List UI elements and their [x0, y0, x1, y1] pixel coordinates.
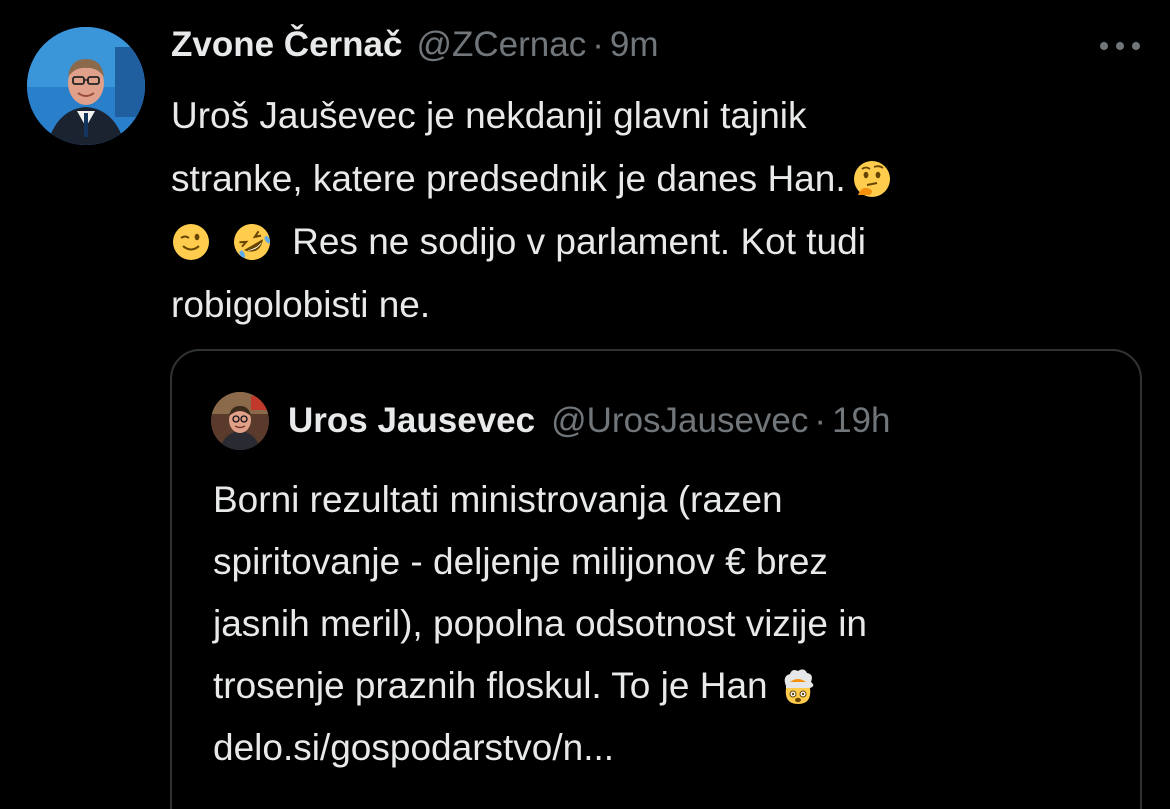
- more-dot: [1116, 42, 1124, 50]
- quoted-tweet-text: Borni rezultati ministrovanja (razen spi…: [213, 469, 1113, 779]
- more-dot: [1132, 42, 1140, 50]
- exploding-head-icon: [784, 669, 814, 704]
- winking-face-icon: [173, 224, 209, 260]
- separator-dot: ·: [814, 401, 827, 440]
- separator-dot: ·: [592, 25, 604, 64]
- quoted-author-avatar[interactable]: [211, 392, 269, 450]
- rolling-on-floor-laughing-icon: [233, 224, 270, 260]
- quoted-text-line: trosenje praznih floskul. To je Han: [213, 655, 1113, 717]
- tweet-text-line: Uroš Jauševec je nekdanji glavni tajnik: [171, 95, 807, 136]
- quoted-tweet-timestamp[interactable]: 19h: [832, 401, 890, 441]
- quoted-text-line: spiritovanje - deljenje milijonov € brez: [213, 541, 828, 582]
- quoted-text-line: Borni rezultati ministrovanja (razen: [213, 479, 783, 520]
- tweet[interactable]: Zvone Černač @ZCernac · 9m Uroš Jauševec…: [0, 0, 1170, 809]
- tweet-text: Uroš Jauševec je nekdanji glavni tajnik …: [171, 84, 1131, 336]
- tweet-text-segment: Res ne sodijo v parlament. Kot tudi: [292, 221, 866, 262]
- tweet-text-line: stranke, katere predsednik je danes Han.: [171, 147, 1131, 210]
- tweet-header: Zvone Černač @ZCernac · 9m: [171, 22, 659, 68]
- more-options-icon[interactable]: [1100, 36, 1140, 56]
- tweet-text-line: Res ne sodijo v parlament. Kot tudi: [171, 210, 1131, 273]
- quoted-author-handle[interactable]: @UrosJausevec: [551, 401, 808, 441]
- tweet-text-segment: stranke, katere predsednik je danes Han.: [171, 158, 846, 199]
- quoted-text-segment: trosenje praznih floskul. To je Han: [213, 665, 768, 706]
- author-avatar[interactable]: [27, 27, 145, 145]
- more-dot: [1100, 42, 1108, 50]
- tweet-timestamp[interactable]: 9m: [610, 25, 659, 65]
- quoted-author-name[interactable]: Uros Jausevec: [288, 401, 535, 441]
- quoted-text-line: jasnih meril), popolna odsotnost vizije …: [213, 603, 868, 644]
- quoted-link[interactable]: delo.si/gospodarstvo/n...: [213, 717, 1113, 779]
- author-handle[interactable]: @ZCernac: [416, 25, 586, 65]
- author-avatar-image: [27, 27, 145, 145]
- quoted-author-avatar-image: [211, 392, 269, 450]
- quoted-tweet[interactable]: Uros Jausevec @UrosJausevec · 19h Borni …: [170, 349, 1142, 809]
- author-name[interactable]: Zvone Černač: [171, 25, 402, 65]
- quoted-tweet-header: Uros Jausevec @UrosJausevec · 19h: [288, 398, 890, 444]
- thinking-face-icon: [853, 161, 890, 197]
- tweet-text-line: robigolobisti ne.: [171, 284, 431, 325]
